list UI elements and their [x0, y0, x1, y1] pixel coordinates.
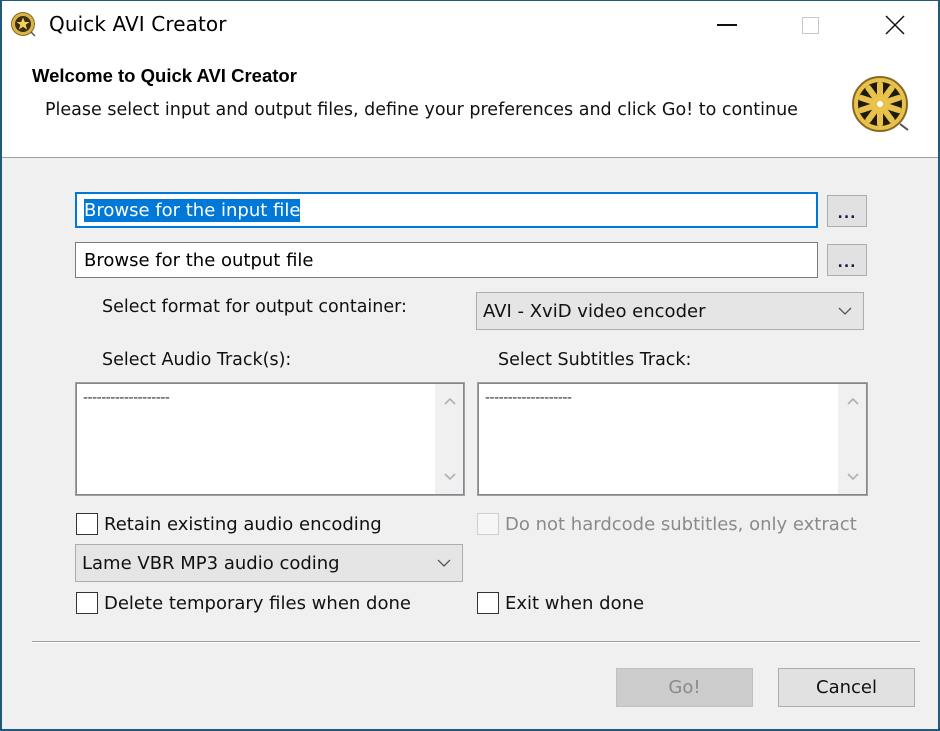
browse-input-button[interactable]: ...	[827, 195, 867, 227]
app-icon	[11, 12, 36, 37]
minimize-button[interactable]	[682, 1, 772, 49]
minimize-icon	[717, 24, 737, 26]
output-file-field[interactable]: Browse for the output file	[75, 242, 818, 278]
film-reel-icon	[852, 76, 909, 132]
maximize-button[interactable]	[765, 1, 855, 49]
retain-audio-checkbox[interactable]: Retain existing audio encoding	[76, 513, 382, 535]
checkbox-box[interactable]	[76, 513, 98, 535]
delete-temp-label: Delete temporary files when done	[104, 592, 411, 614]
scroll-up-icon[interactable]	[442, 394, 458, 410]
dialog-window: Quick AVI Creator Welcome to Quick AVI C…	[0, 0, 940, 731]
format-select[interactable]: AVI - XviD video encoder	[476, 292, 864, 330]
window-title: Quick AVI Creator	[49, 12, 227, 36]
list-item[interactable]: -------------------	[83, 390, 170, 406]
scroll-up-icon[interactable]	[845, 394, 861, 410]
subtitle-tracks-label: Select Subtitles Track:	[498, 350, 692, 370]
maximize-icon	[801, 16, 819, 34]
chevron-down-icon	[437, 559, 451, 567]
scroll-down-icon[interactable]	[845, 468, 861, 484]
audio-codec-select[interactable]: Lame VBR MP3 audio coding	[75, 544, 463, 582]
audio-codec-selected: Lame VBR MP3 audio coding	[82, 552, 340, 574]
output-file-value: Browse for the output file	[84, 249, 314, 271]
checkbox-box[interactable]	[76, 592, 98, 614]
go-button[interactable]: Go!	[616, 668, 753, 707]
scroll-down-icon[interactable]	[442, 468, 458, 484]
retain-audio-label: Retain existing audio encoding	[104, 513, 382, 535]
no-hardcode-subtitles-checkbox: Do not hardcode subtitles, only extract	[477, 513, 857, 535]
browse-output-button[interactable]: ...	[827, 244, 867, 276]
wizard-header: Welcome to Quick AVI Creator Please sele…	[2, 49, 938, 158]
header-subtitle: Please select input and output files, de…	[45, 100, 798, 120]
format-selected: AVI - XviD video encoder	[483, 300, 706, 322]
exit-when-done-checkbox[interactable]: Exit when done	[477, 592, 644, 614]
subtitle-tracks-list[interactable]: -------------------	[477, 382, 868, 496]
input-file-field[interactable]: Browse for the input file	[75, 192, 818, 228]
footer-separator	[32, 641, 920, 643]
audio-tracks-list[interactable]: -------------------	[75, 382, 465, 496]
cancel-button[interactable]: Cancel	[778, 668, 915, 707]
close-icon	[885, 15, 905, 35]
checkbox-box[interactable]	[477, 592, 499, 614]
subtitle-list-scrollbar[interactable]	[838, 384, 866, 494]
delete-temp-checkbox[interactable]: Delete temporary files when done	[76, 592, 411, 614]
close-button[interactable]	[850, 1, 940, 49]
format-label: Select format for output container:	[102, 297, 407, 317]
audio-tracks-label: Select Audio Track(s):	[102, 350, 292, 370]
list-item[interactable]: -------------------	[485, 390, 572, 406]
chevron-down-icon	[838, 307, 852, 315]
no-hardcode-subtitles-label: Do not hardcode subtitles, only extract	[505, 513, 857, 535]
header-title: Welcome to Quick AVI Creator	[32, 65, 297, 86]
checkbox-box	[477, 513, 499, 535]
exit-when-done-label: Exit when done	[505, 592, 645, 614]
input-file-value: Browse for the input file	[84, 198, 301, 222]
title-bar[interactable]: Quick AVI Creator	[2, 1, 938, 49]
audio-list-scrollbar[interactable]	[435, 384, 463, 494]
